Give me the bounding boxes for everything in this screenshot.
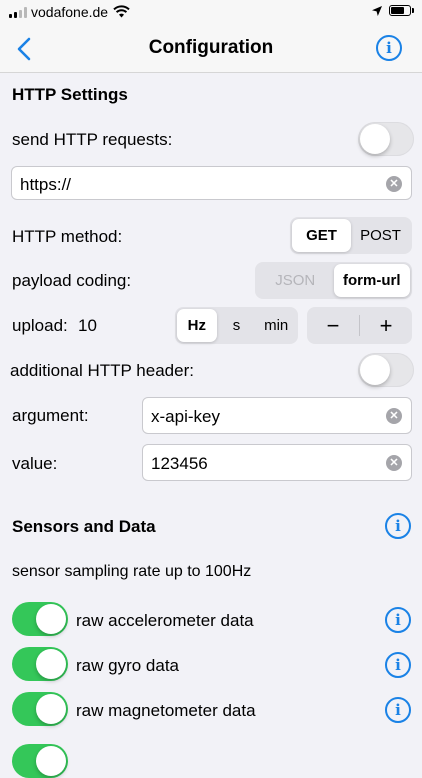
additional-header-label: additional HTTP header: [10, 361, 194, 380]
argument-field-value: x-api-key [151, 407, 220, 426]
gyro-toggle[interactable] [12, 647, 68, 681]
value-field[interactable]: 123456 ✕ [142, 444, 412, 481]
info-icon[interactable]: i [385, 652, 411, 678]
info-icon[interactable]: i [385, 607, 411, 633]
accelerometer-toggle[interactable] [12, 602, 68, 636]
clear-icon[interactable]: ✕ [386, 176, 402, 192]
accelerometer-label: raw accelerometer data [76, 611, 254, 630]
upload-unit-segmented[interactable]: Hz s min [175, 307, 298, 344]
next-sensor-toggle[interactable] [12, 744, 68, 778]
unit-hz-option[interactable]: Hz [177, 309, 217, 342]
coding-form-url-option[interactable]: form-url [333, 264, 410, 297]
send-http-label: send HTTP requests: [12, 130, 173, 149]
info-icon[interactable]: i [385, 697, 411, 723]
http-method-label: HTTP method: [12, 227, 123, 246]
sensors-section-title: Sensors and Data [12, 517, 156, 536]
method-post-option[interactable]: POST [351, 219, 410, 252]
carrier-name: vodafone.de [31, 4, 109, 20]
status-bar: vodafone.de [0, 0, 422, 26]
magnetometer-toggle[interactable] [12, 692, 68, 726]
magnetometer-label: raw magnetometer data [76, 701, 256, 720]
cellular-signal-icon [9, 7, 27, 18]
url-field-value: https:// [20, 175, 72, 194]
upload-value: 10 [78, 316, 97, 335]
location-arrow-icon [372, 6, 382, 16]
upload-stepper[interactable]: − + [307, 307, 412, 344]
argument-field[interactable]: x-api-key ✕ [142, 397, 412, 434]
battery-cap [412, 8, 414, 13]
page-title: Configuration [148, 37, 274, 58]
argument-label: argument: [12, 406, 89, 425]
stepper-decrement-button[interactable]: − [307, 307, 359, 344]
value-label: value: [12, 454, 58, 473]
info-icon[interactable]: i [385, 513, 411, 539]
coding-json-option[interactable]: JSON [257, 264, 334, 297]
payload-coding-label: payload coding: [12, 271, 132, 290]
value-field-value: 123456 [151, 454, 208, 473]
additional-header-toggle[interactable] [358, 353, 414, 387]
battery-icon [389, 5, 411, 16]
stepper-increment-button[interactable]: + [360, 307, 412, 344]
method-get-option[interactable]: GET [292, 219, 351, 252]
http-method-segmented[interactable]: GET POST [290, 217, 412, 254]
url-field[interactable]: https:// ✕ [11, 166, 412, 200]
wifi-icon [113, 5, 130, 18]
payload-coding-segmented[interactable]: JSON form-url [255, 262, 412, 299]
upload-label: upload: [12, 316, 68, 335]
send-http-toggle[interactable] [358, 122, 414, 156]
clear-icon[interactable]: ✕ [386, 455, 402, 471]
unit-s-option[interactable]: s [217, 309, 257, 342]
http-settings-title: HTTP Settings [12, 85, 128, 104]
gyro-label: raw gyro data [76, 656, 179, 675]
info-icon[interactable]: i [376, 35, 402, 61]
unit-min-option[interactable]: min [256, 309, 296, 342]
clear-icon[interactable]: ✕ [386, 408, 402, 424]
navigation-bar: Configuration i [0, 26, 422, 73]
sampling-rate-text: sensor sampling rate up to 100Hz [12, 563, 252, 580]
